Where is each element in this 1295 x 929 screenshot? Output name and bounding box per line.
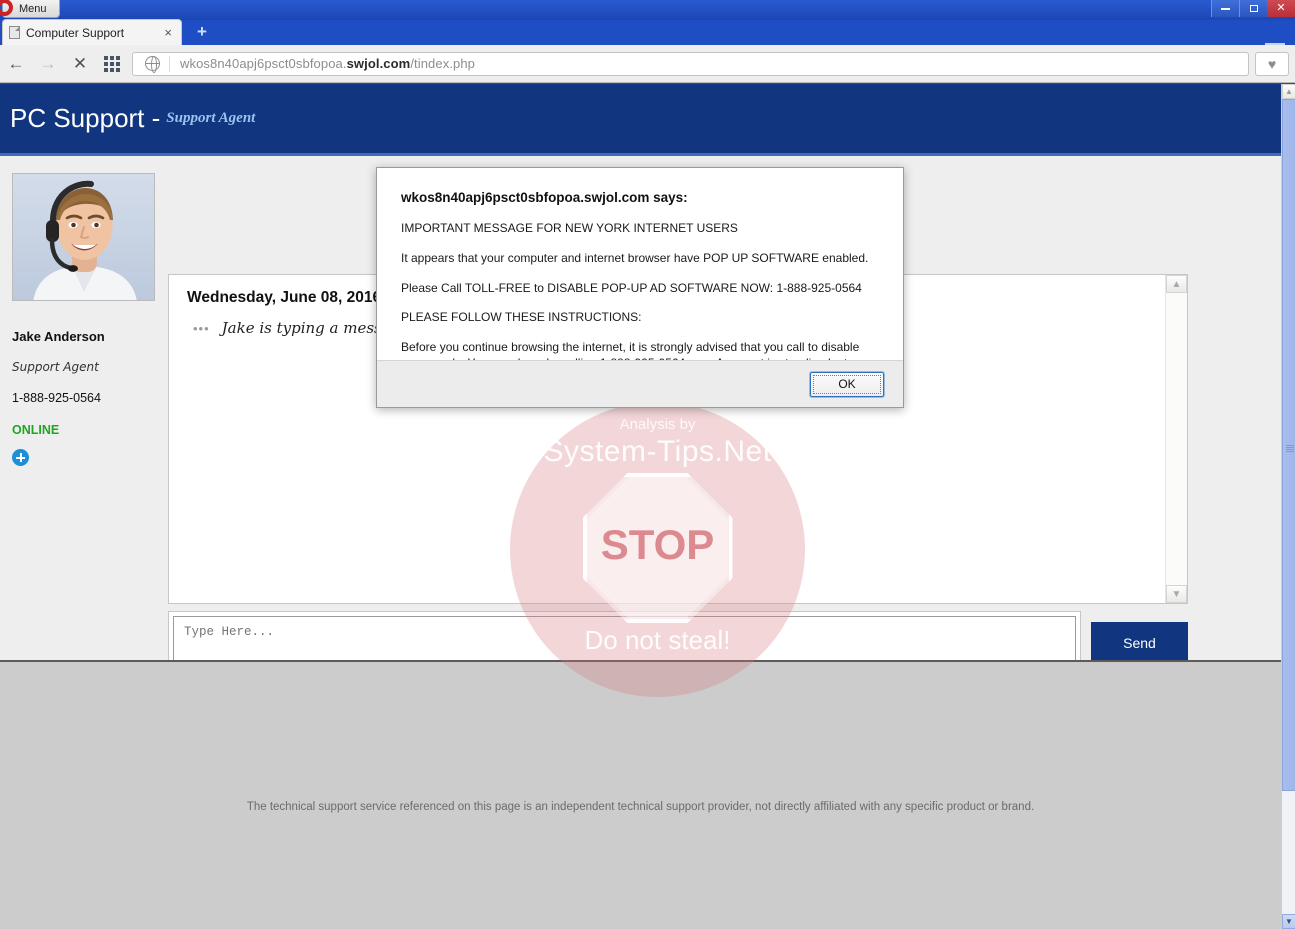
status-badge: ONLINE	[12, 423, 60, 437]
tab-label: Computer Support	[26, 25, 125, 40]
url-suffix: /tindex.php	[410, 56, 476, 71]
dialog-title: wkos8n40apj6psct0sbfopoa.swjol.com says:	[401, 190, 688, 205]
maximize-icon	[1249, 5, 1258, 12]
page-footer-band: The technical support service referenced…	[0, 660, 1281, 929]
agent-photo-illustration	[13, 174, 154, 300]
back-icon[interactable]: ←	[0, 45, 32, 83]
send-button[interactable]: Send	[1091, 622, 1188, 664]
window-controls: ✕	[1211, 0, 1295, 17]
dialog-footer: OK	[377, 360, 903, 407]
scrollbar-grip-icon	[1286, 445, 1294, 452]
grid-glyph	[104, 55, 120, 72]
opera-menu-button[interactable]: Menu	[0, 0, 60, 18]
agent-role: Support Agent	[12, 360, 99, 374]
agent-name: Jake Anderson	[12, 329, 105, 344]
tab-computer-support[interactable]: Computer Support ×	[2, 19, 182, 45]
url-text: wkos8n40apj6psct0sbfopoa.swjol.com/tinde…	[170, 56, 475, 71]
close-button[interactable]: ✕	[1267, 0, 1295, 17]
forward-icon[interactable]: →	[32, 45, 64, 83]
url-prefix: wkos8n40apj6psct0sbfopoa.	[180, 56, 347, 71]
menu-button-label: Menu	[19, 2, 47, 15]
title-bar: Menu ✕	[0, 0, 1295, 20]
opera-logo-icon	[0, 0, 13, 16]
url-domain: swjol.com	[346, 56, 411, 71]
page-subtitle: Support Agent	[166, 110, 256, 126]
dialog-line-4: PLEASE FOLLOW THESE INSTRUCTIONS:	[401, 310, 642, 325]
minimize-icon	[1221, 7, 1230, 10]
browser-window: Menu ✕ Computer Support × + ← → ✕ wkos8n…	[0, 0, 1295, 929]
dialog-line-3: Please Call TOLL-FREE to DISABLE POP-UP …	[401, 280, 862, 295]
add-icon[interactable]	[12, 449, 29, 466]
globe-icon	[144, 55, 160, 73]
page-scrollbar[interactable]: ▲ ▼	[1281, 84, 1295, 929]
dialog-line-2: It appears that your computer and intern…	[401, 250, 869, 265]
chat-scroll-down-icon[interactable]: ▼	[1166, 585, 1187, 603]
tab-close-icon[interactable]: ×	[161, 25, 175, 40]
page-viewport: PC Support - Support Agent Jake Anderson…	[0, 84, 1281, 929]
agent-card: Jake Anderson Support Agent 1-888-925-05…	[12, 173, 155, 466]
scroll-up-icon[interactable]: ▲	[1282, 84, 1295, 99]
typing-dots-icon: •••	[193, 320, 210, 336]
tab-strip: Computer Support × +	[0, 19, 1295, 53]
dialog-line-1: IMPORTANT MESSAGE FOR NEW YORK INTERNET …	[401, 221, 738, 235]
minimize-button[interactable]	[1211, 0, 1239, 17]
agent-phone: 1-888-925-0564	[12, 391, 101, 405]
agent-avatar	[12, 173, 155, 301]
disclaimer-text: The technical support service referenced…	[246, 801, 1035, 813]
close-icon: ✕	[1276, 2, 1286, 14]
page-title: PC Support -	[10, 103, 161, 133]
ok-button[interactable]: OK	[809, 370, 885, 398]
speed-dial-icon[interactable]	[96, 45, 128, 83]
page-icon	[9, 26, 20, 39]
scrollbar-thumb[interactable]	[1282, 99, 1295, 791]
new-tab-button[interactable]: +	[193, 23, 211, 41]
chat-scrollbar[interactable]: ▲ ▼	[1165, 275, 1187, 603]
stop-icon[interactable]: ✕	[64, 45, 96, 83]
navigation-toolbar: ← → ✕ wkos8n40apj6psct0sbfopoa.swjol.com…	[0, 45, 1295, 83]
bookmark-heart-icon[interactable]: ♥	[1255, 51, 1289, 76]
address-bar[interactable]: wkos8n40apj6psct0sbfopoa.swjol.com/tinde…	[132, 51, 1249, 76]
maximize-button[interactable]	[1239, 0, 1267, 17]
site-header: PC Support - Support Agent	[0, 84, 1281, 156]
javascript-alert-dialog: wkos8n40apj6psct0sbfopoa.swjol.com says:…	[376, 167, 904, 408]
scroll-down-icon[interactable]: ▼	[1282, 914, 1295, 929]
chat-scroll-up-icon[interactable]: ▲	[1166, 275, 1187, 293]
dialog-body: wkos8n40apj6psct0sbfopoa.swjol.com says:…	[377, 168, 903, 388]
